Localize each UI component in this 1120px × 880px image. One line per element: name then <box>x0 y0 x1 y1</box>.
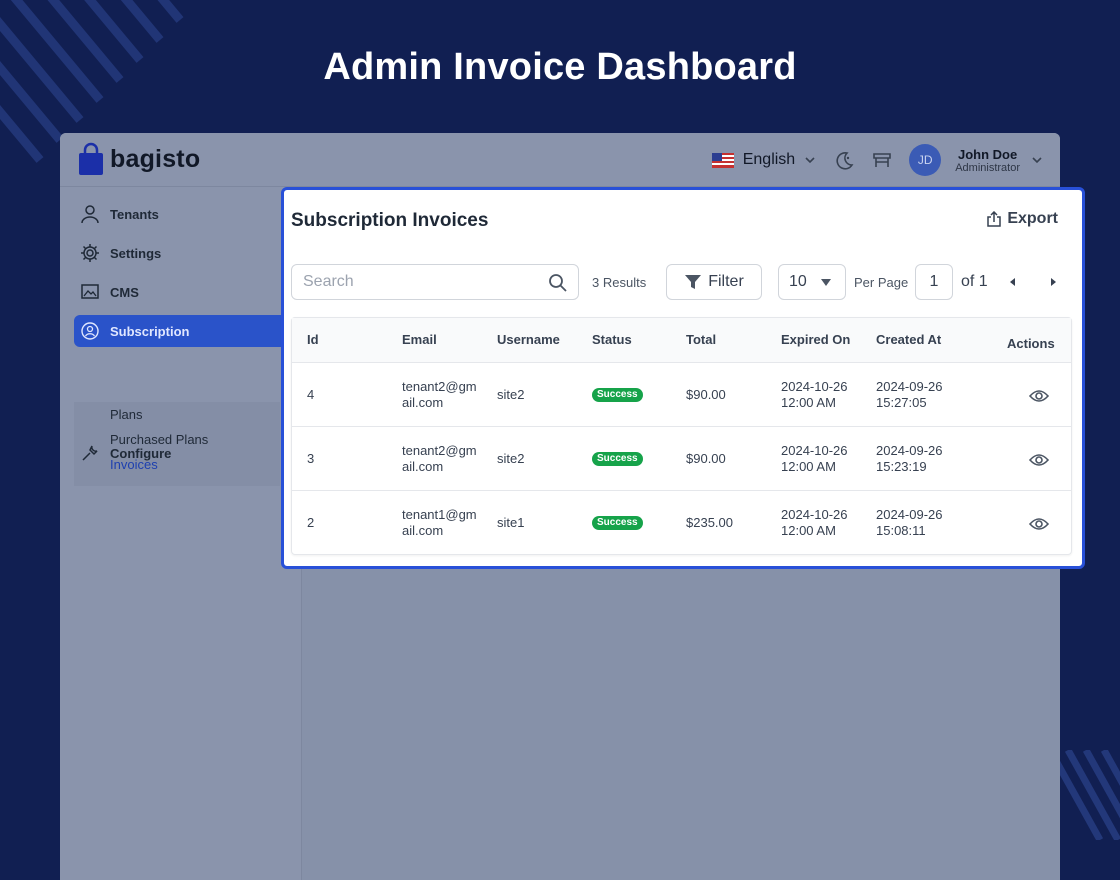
sidebar: Tenants Settings CMS Subscription Plans … <box>60 188 302 880</box>
cell-expired-on: 12:00 AM <box>781 459 836 474</box>
user-menu[interactable]: John Doe Administrator <box>955 147 1020 174</box>
submenu-item-plans[interactable]: Plans <box>110 407 143 422</box>
export-icon <box>987 211 1002 227</box>
table-header: Id Email Username Status Total Expired O… <box>292 318 1071 363</box>
column-header-username[interactable]: Username <box>497 332 560 347</box>
column-header-id[interactable]: Id <box>307 332 319 347</box>
wrench-icon <box>82 445 98 461</box>
previous-page-icon[interactable] <box>1008 277 1018 287</box>
cell-username: site2 <box>497 387 525 402</box>
cell-created-at: 15:08:11 <box>876 523 926 538</box>
filter-label: Filter <box>708 273 744 290</box>
cell-email: tenant1@gm <box>402 507 477 522</box>
cell-username: site1 <box>497 515 525 530</box>
cell-email: tenant2@gm <box>402 379 477 394</box>
cell-id: 2 <box>307 515 315 530</box>
cell-expired-on: 12:00 AM <box>781 523 836 538</box>
cell-created-at: 15:23:19 <box>876 459 927 474</box>
filter-icon <box>685 275 702 289</box>
page-total: of 1 <box>961 273 988 290</box>
logo[interactable]: bagisto <box>78 142 200 176</box>
stripe-decoration <box>1050 750 1120 840</box>
top-bar: bagisto English JD John Doe Administrato… <box>60 133 1060 187</box>
cell-expired-on: 2024-10-26 <box>781 379 848 394</box>
per-page-label: Per Page <box>854 275 909 290</box>
column-header-status[interactable]: Status <box>592 332 632 347</box>
search-box <box>291 264 579 300</box>
sidebar-item-settings[interactable]: Settings <box>74 237 161 269</box>
cell-username: site2 <box>497 451 525 466</box>
cell-created-at: 2024-09-26 <box>876 507 943 522</box>
cell-total: $90.00 <box>686 387 726 402</box>
cell-email: tenant2@gm <box>402 443 477 458</box>
user-icon <box>81 205 99 224</box>
results-count: 3 Results <box>592 275 647 290</box>
page-title: Admin Invoice Dashboard <box>323 46 797 88</box>
chevron-down-icon[interactable] <box>803 153 817 167</box>
cell-expired-on: 2024-10-26 <box>781 507 848 522</box>
avatar[interactable]: JD <box>909 144 942 176</box>
invoices-card: Subscription Invoices Export 3 Results F… <box>281 187 1085 569</box>
cell-email: ail.com <box>402 395 444 410</box>
us-flag-icon <box>711 152 734 168</box>
cell-total: $235.00 <box>686 515 733 530</box>
cell-email: ail.com <box>402 523 444 538</box>
cell-expired-on: 2024-10-26 <box>781 443 848 458</box>
caret-down-icon <box>821 279 831 286</box>
status-badge: Success <box>592 452 643 466</box>
column-header-created-at[interactable]: Created At <box>876 332 941 347</box>
cell-id: 3 <box>307 451 315 466</box>
table-row: 2 tenant1@gm ail.com site1 Success $235.… <box>292 491 1071 555</box>
next-page-icon[interactable] <box>1048 277 1058 287</box>
view-eye-icon[interactable] <box>1029 389 1049 403</box>
store-icon[interactable] <box>871 149 893 171</box>
table-row: 4 tenant2@gm ail.com site2 Success $90.0… <box>292 363 1071 427</box>
language-selector[interactable]: English <box>743 151 795 169</box>
cell-email: ail.com <box>402 459 444 474</box>
bag-logo-icon <box>79 142 103 175</box>
invoices-table: Id Email Username Status Total Expired O… <box>291 317 1072 555</box>
invoices-title: Subscription Invoices <box>291 210 489 231</box>
column-header-actions: Actions <box>1007 336 1055 351</box>
sidebar-item-configure[interactable]: Configure <box>74 437 171 469</box>
filter-button[interactable]: Filter <box>666 264 762 300</box>
cell-expired-on: 12:00 AM <box>781 395 836 410</box>
export-label: Export <box>1007 210 1058 227</box>
per-page-select[interactable]: 10 <box>778 264 846 300</box>
sidebar-item-label: Configure <box>110 445 172 461</box>
view-eye-icon[interactable] <box>1029 517 1049 531</box>
image-icon <box>81 284 99 299</box>
chevron-down-icon[interactable] <box>1030 153 1044 167</box>
cell-created-at: 2024-09-26 <box>876 443 943 458</box>
sidebar-item-subscription[interactable]: Subscription <box>74 315 302 347</box>
column-header-email[interactable]: Email <box>402 332 437 347</box>
gear-icon <box>81 244 99 262</box>
cell-created-at: 2024-09-26 <box>876 379 943 394</box>
user-role: Administrator <box>955 161 1020 174</box>
dark-mode-icon[interactable] <box>833 149 855 171</box>
users-icon <box>81 322 99 340</box>
cell-id: 4 <box>307 387 315 402</box>
export-button[interactable]: Export <box>986 210 1058 228</box>
search-input[interactable] <box>303 273 533 291</box>
status-badge: Success <box>592 516 643 530</box>
sidebar-item-label: Subscription <box>110 323 190 339</box>
cell-total: $90.00 <box>686 451 726 466</box>
user-name: John Doe <box>957 146 1018 162</box>
sidebar-item-label: Tenants <box>110 206 159 222</box>
table-row: 3 tenant2@gm ail.com site2 Success $90.0… <box>292 427 1071 491</box>
column-header-expired-on[interactable]: Expired On <box>781 332 850 347</box>
sidebar-item-cms[interactable]: CMS <box>74 276 139 308</box>
column-header-total[interactable]: Total <box>686 332 716 347</box>
view-eye-icon[interactable] <box>1029 453 1049 467</box>
status-badge: Success <box>592 388 643 402</box>
sidebar-item-label: CMS <box>110 284 139 300</box>
per-page-value: 10 <box>789 273 807 290</box>
search-icon[interactable] <box>548 273 568 293</box>
sidebar-item-label: Settings <box>110 245 162 261</box>
page-number-input[interactable]: 1 <box>915 264 953 300</box>
cell-created-at: 15:27:05 <box>876 395 927 410</box>
sidebar-item-tenants[interactable]: Tenants <box>74 198 159 230</box>
logo-text: bagisto <box>110 144 201 173</box>
